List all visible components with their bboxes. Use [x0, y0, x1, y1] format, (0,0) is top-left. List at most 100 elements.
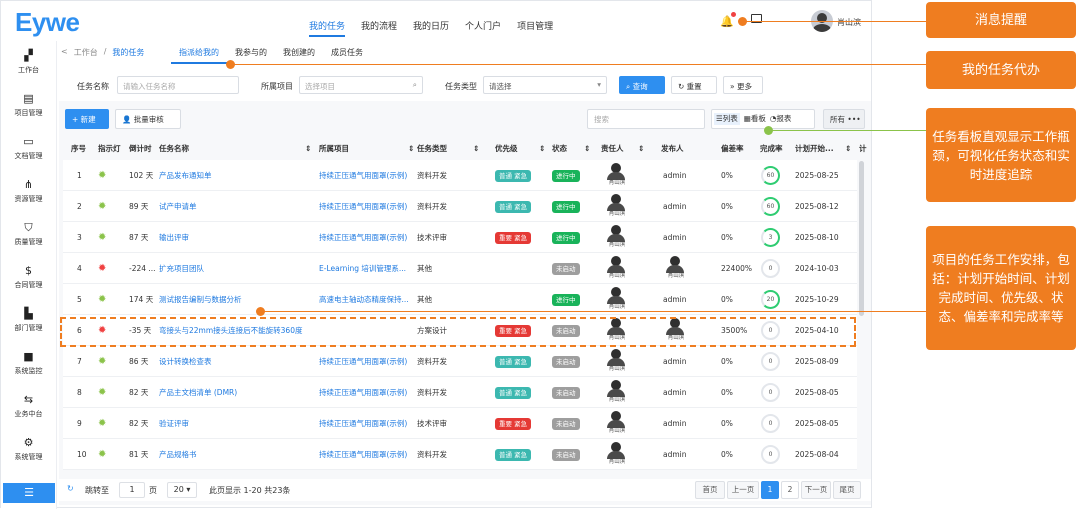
col-type[interactable]: 任务类型 [417, 138, 447, 160]
cell-task-name[interactable]: 试产申请单 [159, 191, 317, 222]
tab-created[interactable]: 我创建的 [275, 42, 323, 64]
sidebar-item-middle-platform[interactable]: ⇆ 业务中台 [1, 385, 56, 428]
cell-task-name[interactable]: 扩充项目团队 [159, 253, 317, 284]
owner-avatar[interactable]: 肖山滨 [606, 349, 626, 373]
table-row[interactable]: 8 ✹ 82 天 产品主文档清单 (DMR) 持续正压通气用面罩(示例) 资料开… [63, 377, 857, 408]
sort-icon[interactable]: ⇕ [305, 138, 311, 160]
cell-task-name[interactable]: 产品主文档清单 (DMR) [159, 377, 317, 408]
sort-icon[interactable]: ⇕ [638, 138, 644, 160]
view-list-button[interactable]: ☰列表 [714, 113, 740, 125]
sort-icon[interactable]: ⇕ [845, 138, 851, 160]
cell-project[interactable]: 持续正压通气用面罩(示例) [319, 377, 415, 408]
next-page-button[interactable]: 下一页 [801, 481, 831, 499]
tab-member-tasks[interactable]: 成员任务 [323, 42, 371, 64]
sort-icon[interactable]: ⇕ [408, 138, 414, 160]
col-start[interactable]: 计划开始... [795, 138, 834, 160]
cell-project[interactable] [319, 315, 415, 346]
back-icon[interactable]: < [61, 47, 68, 58]
owner-avatar[interactable]: 肖山滨 [606, 380, 626, 404]
cell-project[interactable]: 持续正压通气用面罩(示例) [319, 346, 415, 377]
task-name-input[interactable]: 请输入任务名称 [117, 76, 239, 94]
batch-review-button[interactable]: 👤 批量审核 [115, 109, 181, 129]
sidebar-item-departments[interactable]: ▙ 部门管理 [1, 299, 56, 342]
sidebar-item-monitor[interactable]: ■ 系统监控 [1, 342, 56, 385]
query-button[interactable]: ⌕ 查询 [619, 76, 665, 94]
cell-project[interactable]: E-Learning 培训管理系... [319, 253, 415, 284]
last-page-button[interactable]: 尾页 [833, 481, 861, 499]
tab-participating[interactable]: 我参与的 [227, 42, 275, 64]
cell-project[interactable]: 持续正压通气用面罩(示例) [319, 191, 415, 222]
sort-icon[interactable]: ⇕ [473, 138, 479, 160]
table-row[interactable]: 10 ✹ 81 天 产品规格书 持续正压通气用面罩(示例) 资料开发 普通 紧急… [63, 439, 857, 470]
search-input[interactable]: 搜索 [587, 109, 705, 129]
table-row[interactable]: 3 ✹ 87 天 输出评审 持续正压通气用面罩(示例) 技术评审 重要 紧急 进… [63, 222, 857, 253]
page-1-button[interactable]: 1 [761, 481, 779, 499]
new-button[interactable]: + 新建 [65, 109, 109, 129]
table-row[interactable]: 7 ✹ 86 天 设计转换检查表 持续正压通气用面罩(示例) 资料开发 普通 紧… [63, 346, 857, 377]
topnav-projects[interactable]: 项目管理 [517, 11, 553, 37]
sidebar-item-resources[interactable]: ⋔ 资源管理 [1, 170, 56, 213]
table-row[interactable]: 9 ✹ 82 天 验证评审 持续正压通气用面罩(示例) 技术评审 重要 紧急 未… [63, 408, 857, 439]
reset-button[interactable]: ↻ 重置 [671, 76, 717, 94]
owner-avatar[interactable]: 肖山滨 [606, 318, 626, 342]
bell-icon[interactable]: 🔔 [720, 15, 734, 28]
page-size-select[interactable]: 20 ▾ [167, 482, 197, 498]
table-row[interactable]: 6 ✹ -35 天 弯接头与22mm接头连接后不能旋转360度 方案设计 重要 … [63, 315, 857, 346]
sidebar-collapse-button[interactable]: ☰ [3, 483, 55, 503]
topnav-my-flows[interactable]: 我的流程 [361, 11, 397, 37]
page-2-button[interactable]: 2 [781, 481, 799, 499]
sort-icon[interactable]: ⇕ [584, 138, 590, 160]
cell-task-name[interactable]: 产品规格书 [159, 439, 317, 470]
cell-project[interactable]: 持续正压通气用面罩(示例) [319, 408, 415, 439]
refresh-icon[interactable]: ↻ [67, 484, 74, 493]
owner-avatar[interactable]: 肖山滨 [606, 411, 626, 435]
view-report-button[interactable]: ◔报表 [770, 113, 792, 125]
more-button[interactable]: » 更多 [723, 76, 763, 94]
col-status[interactable]: 状态 [552, 138, 567, 160]
table-row[interactable]: 4 ✹ -224 ... 扩充项目团队 E-Learning 培训管理系... … [63, 253, 857, 284]
sidebar-item-contracts[interactable]: $ 合同管理 [1, 256, 56, 299]
sidebar-item-quality[interactable]: ⛉ 质量管理 [1, 213, 56, 256]
filter-all-button[interactable]: 所有 ••• [823, 109, 865, 129]
type-select[interactable]: 请选择 ▾ [483, 76, 607, 94]
cell-project[interactable]: 持续正压通气用面罩(示例) [319, 222, 415, 253]
cell-task-name[interactable]: 产品发布通知单 [159, 160, 317, 191]
breadcrumb-home[interactable]: 工作台 [74, 47, 98, 58]
table-scrollbar[interactable] [859, 161, 864, 316]
cell-task-name[interactable]: 输出评审 [159, 222, 317, 253]
cell-project[interactable]: 持续正压通气用面罩(示例) [319, 439, 415, 470]
page-input[interactable]: 1 [119, 482, 145, 498]
owner-avatar[interactable]: 肖山滨 [606, 194, 626, 218]
cell-task-name[interactable]: 弯接头与22mm接头连接后不能旋转360度 [159, 315, 317, 346]
publisher-avatar[interactable]: 肖山滨 [665, 318, 685, 342]
cell-project[interactable]: 持续正压通气用面罩(示例) [319, 160, 415, 191]
tab-assigned-to-me[interactable]: 指派给我的 [171, 42, 227, 64]
project-select[interactable]: 选择项目 ⌕ [299, 76, 423, 94]
col-project[interactable]: 所属项目 [319, 138, 349, 160]
cell-task-name[interactable]: 验证评审 [159, 408, 317, 439]
table-row[interactable]: 1 ✹ 102 天 产品发布通知单 持续正压通气用面罩(示例) 资料开发 普通 … [63, 160, 857, 191]
owner-avatar[interactable]: 肖山滨 [606, 163, 626, 187]
sidebar-item-workbench[interactable]: ▞ 工作台 [1, 41, 56, 84]
sidebar-item-docs[interactable]: ▭ 文档管理 [1, 127, 56, 170]
topnav-my-tasks[interactable]: 我的任务 [309, 11, 346, 37]
topnav-my-calendar[interactable]: 我的日历 [413, 11, 449, 37]
owner-avatar[interactable]: 肖山滨 [606, 225, 626, 249]
owner-avatar[interactable]: 肖山滨 [606, 256, 626, 280]
view-board-button[interactable]: ▦看板 [744, 113, 766, 125]
table-row[interactable]: 2 ✹ 89 天 试产申请单 持续正压通气用面罩(示例) 资料开发 普通 紧急 … [63, 191, 857, 222]
sort-icon[interactable]: ⇕ [539, 138, 545, 160]
cell-task-name[interactable]: 设计转换检查表 [159, 346, 317, 377]
prev-page-button[interactable]: 上一页 [727, 481, 759, 499]
topnav-portal[interactable]: 个人门户 [465, 11, 501, 37]
first-page-button[interactable]: 首页 [695, 481, 725, 499]
publisher-avatar[interactable]: 肖山滨 [665, 256, 685, 280]
owner-avatar[interactable]: 肖山滨 [606, 442, 626, 466]
sidebar-item-projects[interactable]: ▤ 项目管理 [1, 84, 56, 127]
col-countdown[interactable]: 倒计时 [129, 138, 152, 160]
user-name[interactable]: 肖山滨 [837, 17, 861, 28]
col-name[interactable]: 任务名称 [159, 138, 189, 160]
col-publisher[interactable]: 发布人 [661, 138, 684, 160]
col-priority[interactable]: 优先级 [495, 138, 518, 160]
owner-avatar[interactable]: 肖山滨 [606, 287, 626, 311]
